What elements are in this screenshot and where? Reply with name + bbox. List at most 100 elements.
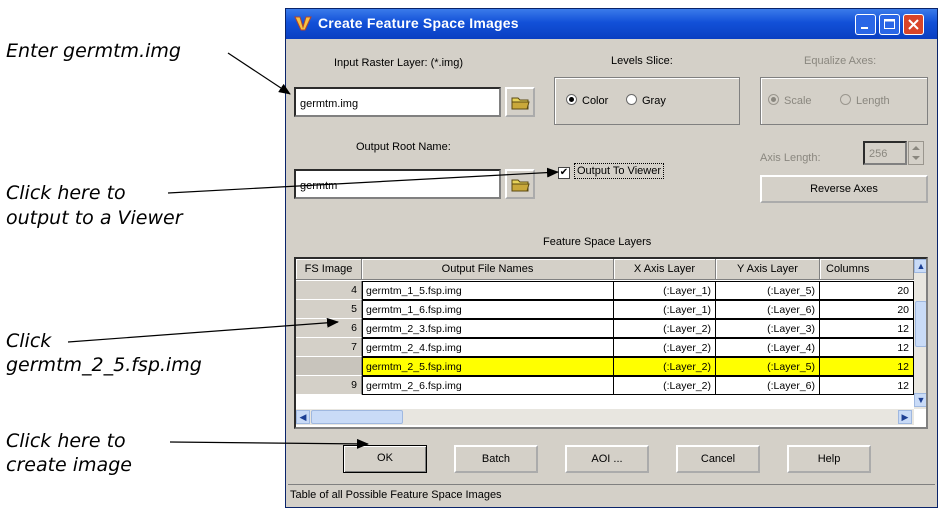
vertical-scrollbar[interactable]: ▲ ▼: [914, 259, 926, 409]
columns-cell[interactable]: 12: [820, 376, 914, 395]
callout-output-viewer-line1: Click here to: [6, 182, 126, 204]
table-row[interactable]: 6 germtm_2_3.fsp.img (:Layer_2) (:Layer_…: [296, 319, 916, 338]
equalize-scale-label: Scale: [784, 95, 812, 107]
fs-image-cell: 7: [296, 338, 362, 357]
levels-color-radio[interactable]: Color: [566, 94, 608, 107]
x-axis-cell[interactable]: (:Layer_1): [614, 281, 716, 300]
x-axis-cell[interactable]: (:Layer_2): [614, 357, 716, 376]
y-axis-cell[interactable]: (:Layer_5): [716, 281, 820, 300]
aoi-button[interactable]: AOI ...: [565, 445, 649, 473]
output-root-field[interactable]: germtm: [294, 169, 501, 199]
columns-cell[interactable]: 20: [820, 281, 914, 300]
axis-length-field[interactable]: 256: [863, 141, 907, 165]
callout-create-line1: Click here to: [6, 430, 126, 452]
table-row[interactable]: 4 germtm_1_5.fsp.img (:Layer_1) (:Layer_…: [296, 281, 916, 300]
create-feature-space-dialog: Create Feature Space Images Input Raster…: [285, 8, 938, 508]
x-axis-cell[interactable]: (:Layer_1): [614, 300, 716, 319]
axis-length-spinner[interactable]: [908, 141, 924, 165]
axis-length-label: Axis Length:: [760, 152, 821, 164]
columns-cell[interactable]: 12: [820, 357, 914, 376]
minimize-button[interactable]: [855, 14, 876, 35]
window-title: Create Feature Space Images: [318, 15, 519, 31]
y-axis-cell[interactable]: (:Layer_5): [716, 357, 820, 376]
fs-image-cell: 9: [296, 376, 362, 395]
equalize-axes-label: Equalize Axes:: [804, 55, 877, 67]
callout-create-line2: create image: [6, 454, 132, 476]
status-bar: Table of all Possible Feature Space Imag…: [288, 484, 935, 506]
x-axis-cell[interactable]: (:Layer_2): [614, 319, 716, 338]
file-name-cell[interactable]: germtm_1_5.fsp.img: [362, 281, 614, 300]
folder-icon: [511, 179, 530, 192]
input-raster-label: Input Raster Layer: (*.img): [334, 57, 463, 69]
y-axis-cell[interactable]: (:Layer_6): [716, 376, 820, 395]
file-name-cell[interactable]: germtm_2_6.fsp.img: [362, 376, 614, 395]
folder-icon: [511, 97, 530, 110]
close-icon: [908, 19, 919, 30]
feature-space-table[interactable]: FS Image Output File Names X Axis Layer …: [294, 257, 928, 429]
col-header-y-axis[interactable]: Y Axis Layer: [716, 259, 820, 280]
output-browse-button[interactable]: [505, 169, 535, 199]
equalize-scale-radio[interactable]: Scale: [768, 94, 812, 107]
columns-cell[interactable]: 12: [820, 319, 914, 338]
table-row[interactable]: 7 germtm_2_4.fsp.img (:Layer_2) (:Layer_…: [296, 338, 916, 357]
scroll-left-icon[interactable]: ◀: [296, 410, 310, 424]
table-row[interactable]: 5 germtm_1_6.fsp.img (:Layer_1) (:Layer_…: [296, 300, 916, 319]
callout-output-viewer-line2: output to a Viewer: [6, 207, 183, 229]
scroll-down-icon[interactable]: ▼: [914, 393, 926, 407]
radio-empty-icon: [626, 94, 637, 105]
file-name-cell[interactable]: germtm_2_4.fsp.img: [362, 338, 614, 357]
fs-image-cell: 5: [296, 300, 362, 319]
leader-enter: [227, 52, 291, 95]
y-axis-cell[interactable]: (:Layer_4): [716, 338, 820, 357]
feature-space-layers-label: Feature Space Layers: [543, 236, 652, 248]
x-axis-cell[interactable]: (:Layer_2): [614, 338, 716, 357]
file-name-cell[interactable]: germtm_2_3.fsp.img: [362, 319, 614, 338]
radio-selected-icon: [768, 94, 779, 105]
x-axis-cell[interactable]: (:Layer_2): [614, 376, 716, 395]
scroll-up-icon[interactable]: ▲: [914, 259, 926, 273]
col-header-output-file[interactable]: Output File Names: [362, 259, 614, 280]
equalize-length-radio[interactable]: Length: [840, 94, 890, 107]
cancel-button[interactable]: Cancel: [676, 445, 760, 473]
fs-image-cell: 6: [296, 319, 362, 338]
levels-slice-label: Levels Slice:: [611, 55, 673, 67]
batch-button[interactable]: Batch: [454, 445, 538, 473]
file-name-cell[interactable]: germtm_2_5.fsp.img: [362, 357, 614, 376]
maximize-button[interactable]: [879, 14, 900, 35]
close-button[interactable]: [903, 14, 924, 35]
file-name-cell[interactable]: germtm_1_6.fsp.img: [362, 300, 614, 319]
horizontal-scrollbar[interactable]: ◀ ▶: [296, 409, 914, 425]
columns-cell[interactable]: 12: [820, 338, 914, 357]
col-header-fs-image[interactable]: FS Image: [296, 259, 362, 280]
columns-cell[interactable]: 20: [820, 300, 914, 319]
output-to-viewer-label: Output To Viewer: [574, 163, 664, 179]
levels-color-label: Color: [582, 95, 609, 107]
scroll-right-icon[interactable]: ▶: [898, 410, 912, 424]
input-browse-button[interactable]: [505, 87, 535, 117]
spin-arrows-icon: [912, 146, 920, 160]
title-bar[interactable]: Create Feature Space Images: [286, 9, 937, 39]
col-header-x-axis[interactable]: X Axis Layer: [614, 259, 716, 280]
table-row-selected[interactable]: 8 germtm_2_5.fsp.img (:Layer_2) (:Layer_…: [296, 357, 916, 376]
output-root-label: Output Root Name:: [356, 141, 451, 153]
y-axis-cell[interactable]: (:Layer_6): [716, 300, 820, 319]
fs-image-cell: 8: [296, 357, 362, 376]
input-raster-field[interactable]: germtm.img: [294, 87, 501, 117]
reverse-axes-button[interactable]: Reverse Axes: [760, 175, 928, 203]
callout-enter-filename: Enter germtm.img: [6, 40, 181, 62]
callout-click-file-line2: germtm_2_5.fsp.img: [6, 354, 202, 376]
output-to-viewer-checkbox[interactable]: ✔ Output To Viewer: [558, 163, 664, 179]
levels-gray-label: Gray: [642, 95, 666, 107]
levels-gray-radio[interactable]: Gray: [626, 94, 666, 107]
col-header-columns[interactable]: Columns: [820, 259, 914, 280]
radio-empty-icon: [840, 94, 851, 105]
minimize-icon: [861, 27, 868, 29]
help-button[interactable]: Help: [787, 445, 871, 473]
checkmark-icon: ✔: [558, 167, 570, 179]
ok-button[interactable]: OK: [343, 445, 427, 473]
app-icon: [294, 16, 312, 31]
horizontal-scroll-thumb[interactable]: [311, 410, 403, 424]
y-axis-cell[interactable]: (:Layer_3): [716, 319, 820, 338]
table-row[interactable]: 9 germtm_2_6.fsp.img (:Layer_2) (:Layer_…: [296, 376, 916, 395]
vertical-scroll-thumb[interactable]: [915, 301, 926, 347]
